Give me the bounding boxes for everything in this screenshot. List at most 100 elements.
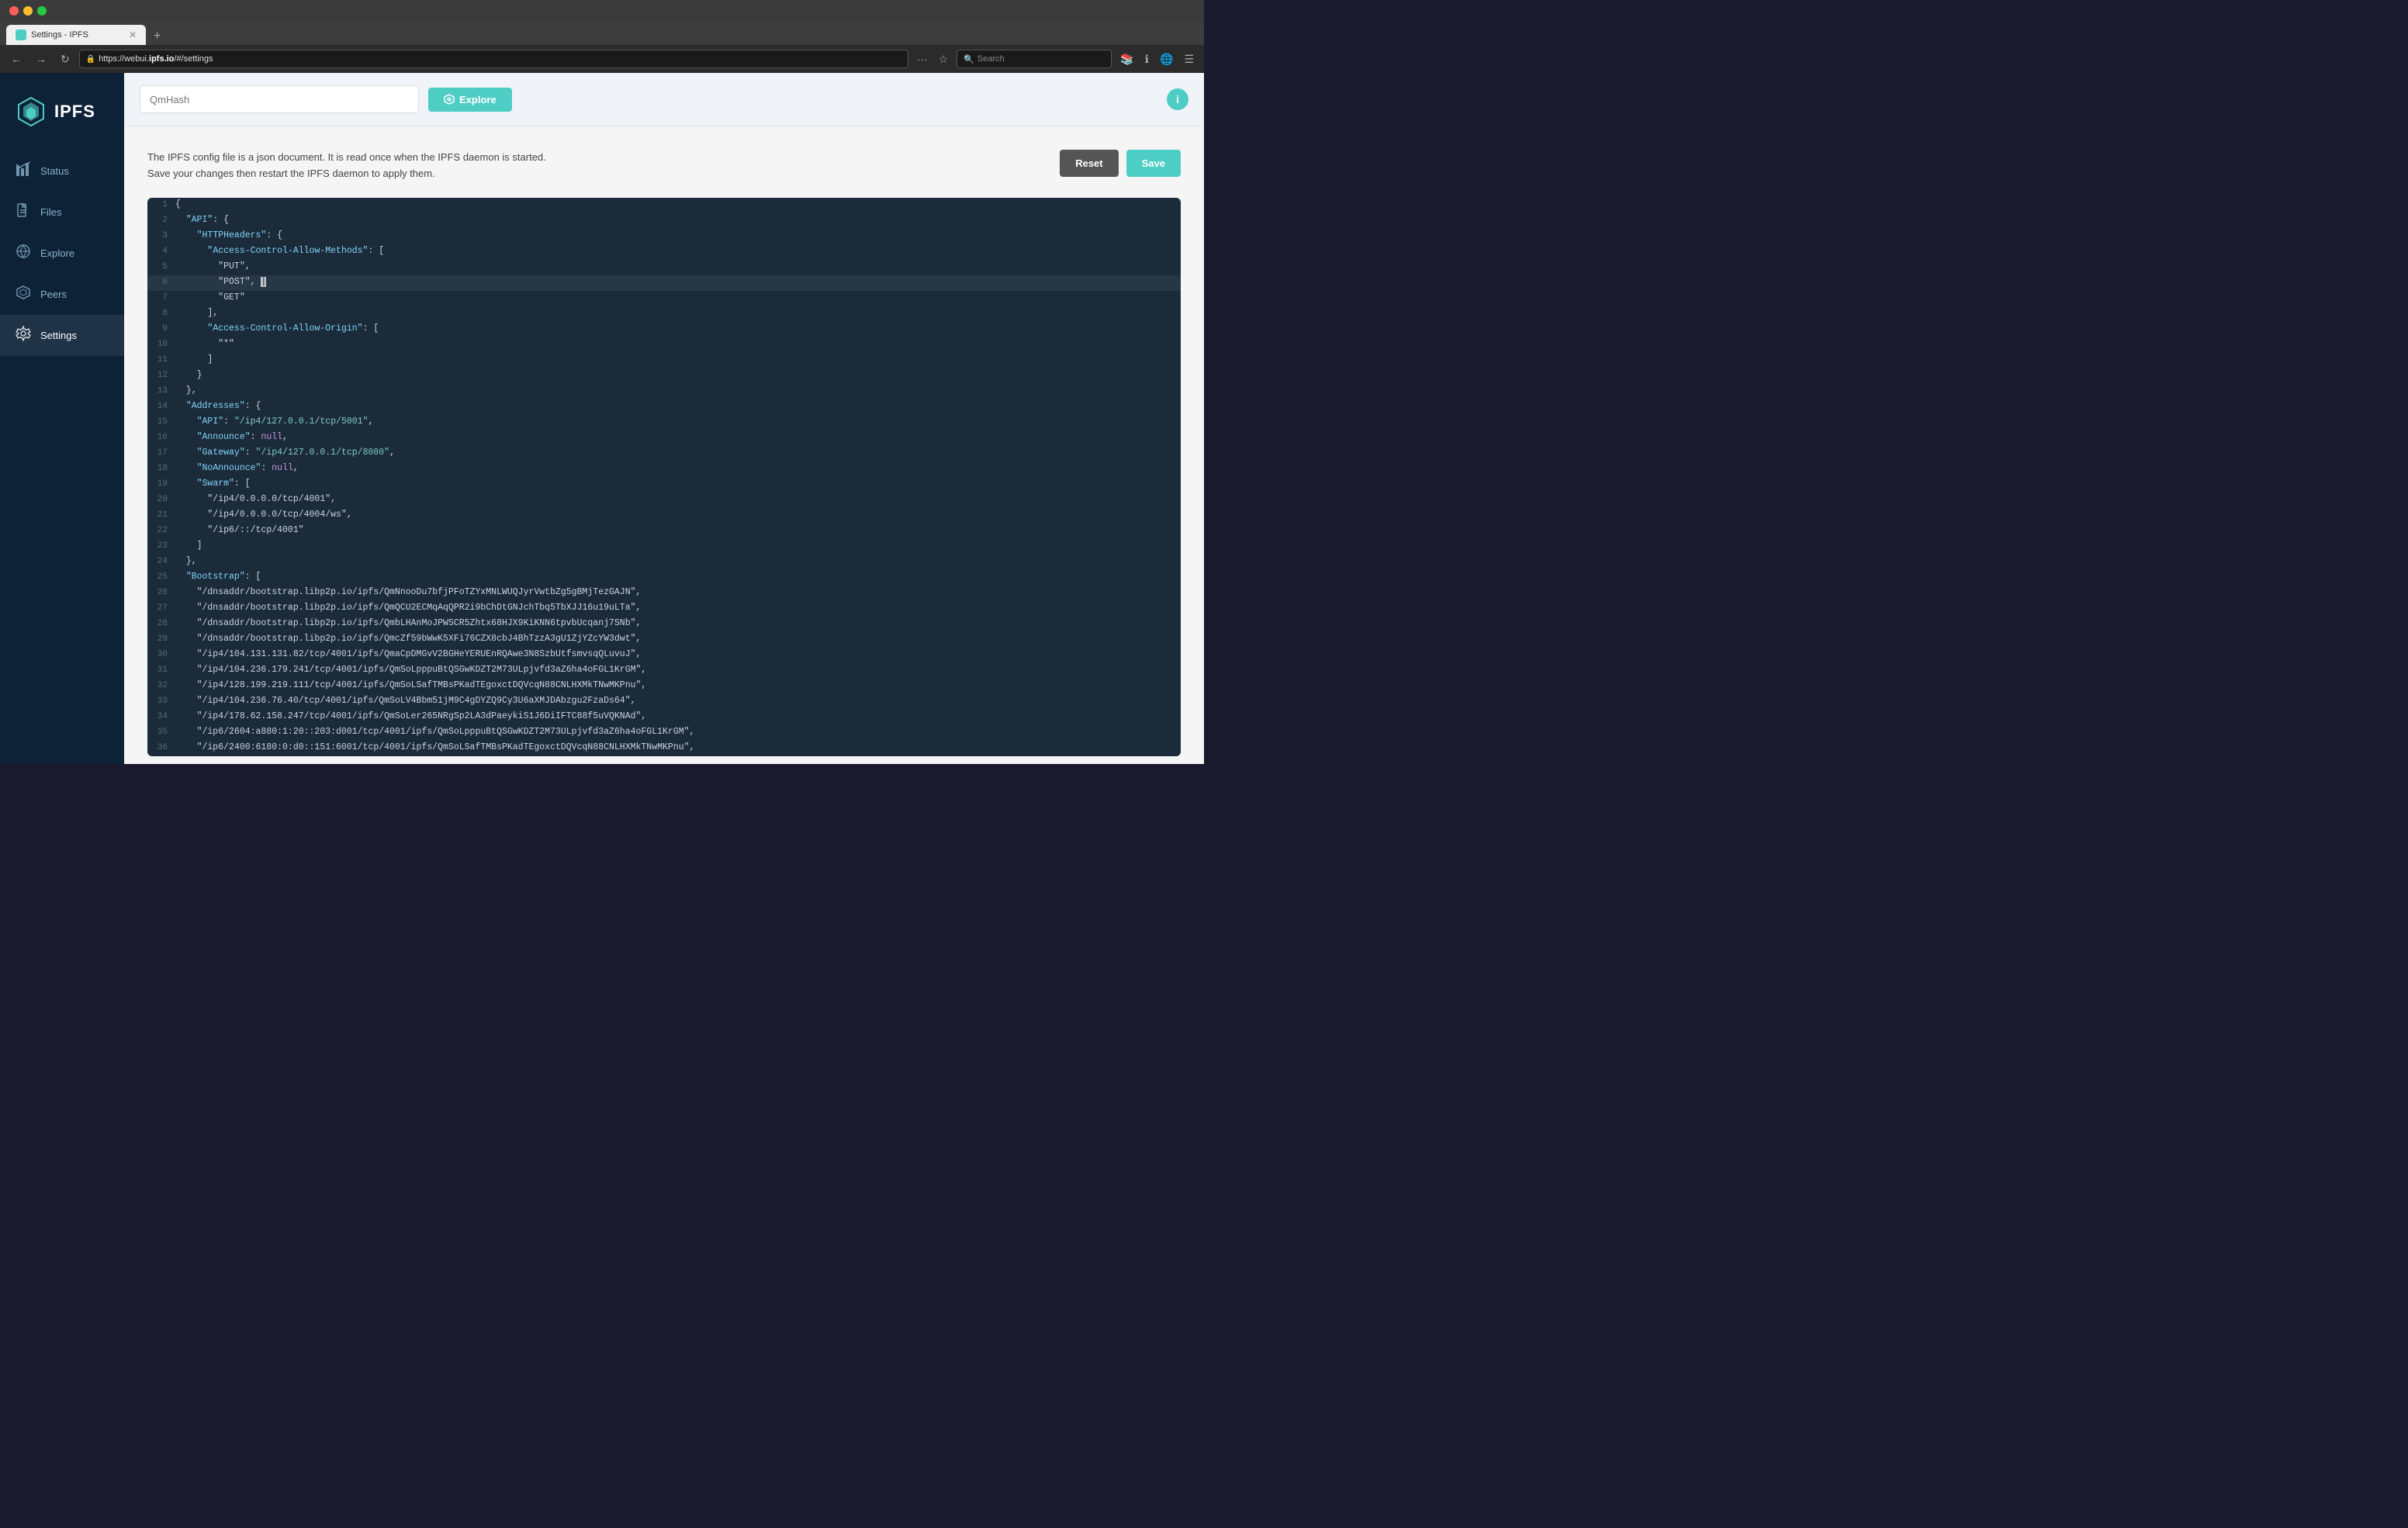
sidebar-logo: IPFS <box>0 88 124 150</box>
code-line: 20 "/ip4/0.0.0.0/tcp/4001", <box>147 493 1181 508</box>
line-content: } <box>175 368 1181 382</box>
logo-text: IPFS <box>54 102 95 122</box>
code-line: 24 }, <box>147 555 1181 570</box>
code-line: 14 "Addresses": { <box>147 399 1181 415</box>
more-options-button[interactable]: ··· <box>913 50 932 67</box>
new-tab-button[interactable]: + <box>149 28 165 45</box>
line-number: 1 <box>147 198 175 213</box>
line-content: "Access-Control-Allow-Origin": [ <box>175 322 1181 336</box>
line-number: 14 <box>147 399 175 414</box>
line-number: 23 <box>147 539 175 554</box>
minimize-button[interactable] <box>23 6 33 16</box>
sidebar-item-settings[interactable]: Settings <box>0 315 124 356</box>
sidebar-item-label-peers: Peers <box>40 289 67 300</box>
qmhash-input[interactable] <box>140 85 419 113</box>
code-line: 34 "/ip4/178.62.158.247/tcp/4001/ipfs/Qm… <box>147 710 1181 725</box>
line-number: 32 <box>147 679 175 693</box>
code-line: 7 "GET" <box>147 291 1181 306</box>
code-line: 10 "*" <box>147 337 1181 353</box>
explore-button[interactable]: Explore <box>428 88 512 112</box>
line-number: 24 <box>147 555 175 569</box>
line-content: "/dnsaddr/bootstrap.libp2p.io/ipfs/QmNno… <box>175 586 1181 600</box>
line-number: 35 <box>147 725 175 740</box>
line-content: "Access-Control-Allow-Methods": [ <box>175 244 1181 258</box>
info-icon: i <box>1176 93 1179 105</box>
sidebar-item-label-settings: Settings <box>40 330 77 341</box>
line-content: "NoAnnounce": null, <box>175 462 1181 475</box>
line-content: "/dnsaddr/bootstrap.libp2p.io/ipfs/QmbLH… <box>175 617 1181 631</box>
save-button[interactable]: Save <box>1126 150 1181 177</box>
line-content: "/dnsaddr/bootstrap.libp2p.io/ipfs/QmcZf… <box>175 632 1181 646</box>
info-circle-button[interactable]: i <box>1167 88 1188 110</box>
code-line: 15 "API": "/ip4/127.0.0.1/tcp/5001", <box>147 415 1181 430</box>
app: IPFS Status <box>0 73 1204 764</box>
ipfs-logo-icon <box>16 96 47 127</box>
line-number: 29 <box>147 632 175 647</box>
sync-button[interactable]: 🌐 <box>1156 50 1177 68</box>
sidebar-item-label-files: Files <box>40 206 61 218</box>
sidebar-item-status[interactable]: Status <box>0 150 124 192</box>
close-button[interactable] <box>9 6 19 16</box>
forward-button[interactable]: → <box>31 50 51 68</box>
line-number: 12 <box>147 368 175 383</box>
url-bar[interactable]: 🔒 https://webui.ipfs.io/#/settings <box>79 50 908 68</box>
sidebar-item-explore[interactable]: Explore <box>0 233 124 274</box>
code-line: 9 "Access-Control-Allow-Origin": [ <box>147 322 1181 337</box>
code-line: 8 ], <box>147 306 1181 322</box>
menu-button[interactable]: ☰ <box>1180 50 1198 68</box>
code-line: 25 "Bootstrap": [ <box>147 570 1181 586</box>
code-line: 35 "/ip6/2604:a880:1:20::203:d001/tcp/40… <box>147 725 1181 741</box>
active-tab[interactable]: Settings - IPFS ✕ <box>6 25 146 45</box>
line-content: "/ip4/104.131.131.82/tcp/4001/ipfs/QmaCp… <box>175 648 1181 662</box>
code-line: 22 "/ip6/::/tcp/4001" <box>147 524 1181 539</box>
code-line: 16 "Announce": null, <box>147 430 1181 446</box>
description-line2: Save your changes then restart the IPFS … <box>147 166 546 182</box>
line-content: "/ip4/0.0.0.0/tcp/4001", <box>175 493 1181 506</box>
line-content: ] <box>175 353 1181 367</box>
code-line: 31 "/ip4/104.236.179.241/tcp/4001/ipfs/Q… <box>147 663 1181 679</box>
line-content: "API": { <box>175 213 1181 227</box>
line-number: 34 <box>147 710 175 724</box>
line-content: "/ip4/104.236.76.40/tcp/4001/ipfs/QmSoLV… <box>175 694 1181 708</box>
line-content: "/ip6/::/tcp/4001" <box>175 524 1181 538</box>
line-number: 25 <box>147 570 175 585</box>
maximize-button[interactable] <box>37 6 47 16</box>
line-number: 30 <box>147 648 175 662</box>
refresh-button[interactable]: ↻ <box>56 50 74 69</box>
code-line: 1{ <box>147 198 1181 213</box>
tab-close-button[interactable]: ✕ <box>129 29 137 40</box>
url-text: https://webui.ipfs.io/#/settings <box>99 54 213 64</box>
line-content: "API": "/ip4/127.0.0.1/tcp/5001", <box>175 415 1181 429</box>
info-button[interactable]: ℹ <box>1141 50 1153 68</box>
line-number: 31 <box>147 663 175 678</box>
code-line: 36 "/ip6/2400:6180:0:d0::151:6001/tcp/40… <box>147 741 1181 756</box>
back-button[interactable]: ← <box>6 50 26 68</box>
code-line: 27 "/dnsaddr/bootstrap.libp2p.io/ipfs/Qm… <box>147 601 1181 617</box>
line-content: }, <box>175 384 1181 398</box>
config-editor[interactable]: 1{2 "API": {3 "HTTPHeaders": {4 "Access-… <box>147 198 1181 756</box>
library-button[interactable]: 📚 <box>1116 50 1137 68</box>
browser-search-bar[interactable]: 🔍 Search <box>957 50 1112 68</box>
line-content: "/dnsaddr/bootstrap.libp2p.io/ipfs/QmQCU… <box>175 601 1181 615</box>
line-number: 5 <box>147 260 175 275</box>
line-number: 8 <box>147 306 175 321</box>
code-line: 30 "/ip4/104.131.131.82/tcp/4001/ipfs/Qm… <box>147 648 1181 663</box>
reset-button[interactable]: Reset <box>1060 150 1118 177</box>
line-content: }, <box>175 555 1181 569</box>
line-number: 36 <box>147 741 175 755</box>
line-content: "Swarm": [ <box>175 477 1181 491</box>
bookmark-button[interactable]: ☆ <box>935 50 953 68</box>
line-number: 27 <box>147 601 175 616</box>
sidebar-item-peers[interactable]: Peers <box>0 274 124 315</box>
search-icon: 🔍 <box>964 54 974 64</box>
code-line: 11 ] <box>147 353 1181 368</box>
sidebar-item-label-status: Status <box>40 165 69 177</box>
code-line: 29 "/dnsaddr/bootstrap.libp2p.io/ipfs/Qm… <box>147 632 1181 648</box>
sidebar-item-files[interactable]: Files <box>0 192 124 233</box>
settings-page: The IPFS config file is a json document.… <box>124 126 1204 764</box>
code-line: 5 "PUT", <box>147 260 1181 275</box>
peers-icon <box>16 285 31 304</box>
code-line: 13 }, <box>147 384 1181 399</box>
line-number: 22 <box>147 524 175 538</box>
settings-description: The IPFS config file is a json document.… <box>147 150 546 182</box>
